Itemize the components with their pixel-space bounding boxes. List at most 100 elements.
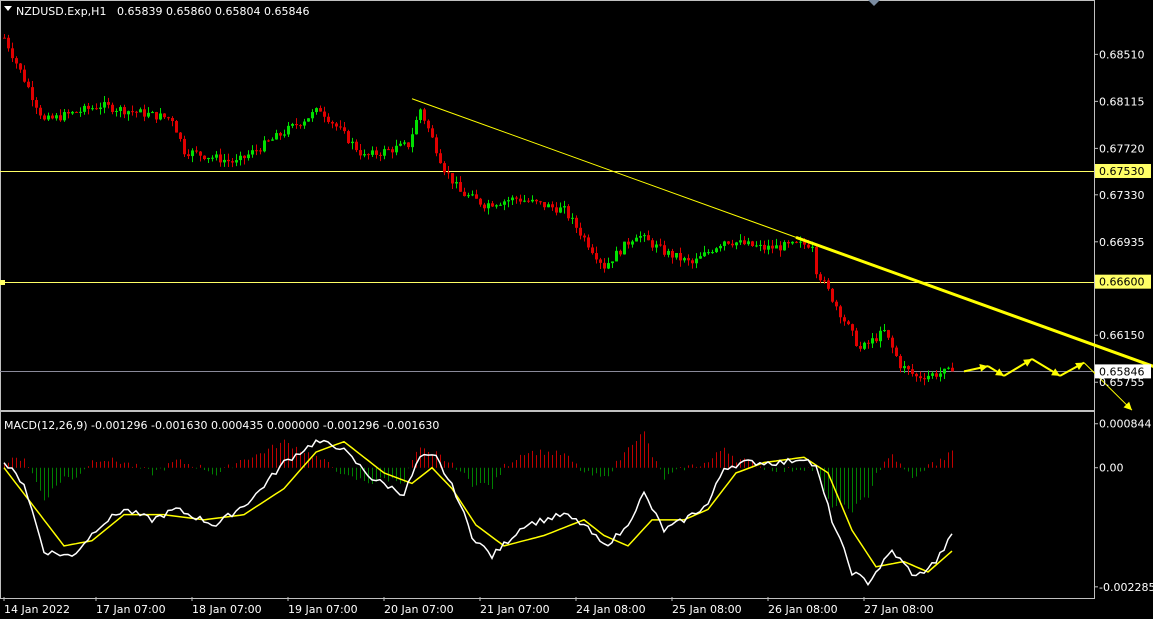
candle-body[interactable] <box>595 253 598 260</box>
candle-body[interactable] <box>915 373 918 377</box>
candle-body[interactable] <box>539 201 542 203</box>
candle-body[interactable] <box>891 337 894 348</box>
candle-body[interactable] <box>783 242 786 251</box>
candle-body[interactable] <box>367 154 370 156</box>
candle-body[interactable] <box>227 159 230 162</box>
candle-body[interactable] <box>815 246 818 275</box>
candle-body[interactable] <box>207 157 210 160</box>
candle-body[interactable] <box>63 112 66 121</box>
candle-body[interactable] <box>199 151 202 156</box>
candle-body[interactable] <box>759 244 762 246</box>
candle-body[interactable] <box>871 338 874 344</box>
candle-body[interactable] <box>711 252 714 254</box>
candle-body[interactable] <box>799 241 802 243</box>
candle-body[interactable] <box>407 142 410 148</box>
candle-body[interactable] <box>923 378 926 380</box>
candle-body[interactable] <box>647 235 650 241</box>
candle-body[interactable] <box>211 157 214 159</box>
candle-body[interactable] <box>155 112 158 120</box>
candle-body[interactable] <box>547 204 550 208</box>
candle-body[interactable] <box>327 116 330 122</box>
candle-body[interactable] <box>663 245 666 255</box>
candle-body[interactable] <box>19 63 22 70</box>
candle-body[interactable] <box>699 256 702 259</box>
candle-body[interactable] <box>99 107 102 109</box>
candle-body[interactable] <box>619 250 622 255</box>
candle-body[interactable] <box>659 244 662 246</box>
candle-body[interactable] <box>383 149 386 156</box>
candle-body[interactable] <box>883 330 886 332</box>
candle-body[interactable] <box>435 137 438 154</box>
candle-body[interactable] <box>475 194 478 199</box>
candle-body[interactable] <box>819 274 822 281</box>
candle-body[interactable] <box>635 237 638 242</box>
candle-body[interactable] <box>399 143 402 146</box>
candle-body[interactable] <box>351 141 354 144</box>
candle-body[interactable] <box>879 330 882 342</box>
trendline-thick[interactable] <box>795 235 1153 370</box>
candle-body[interactable] <box>667 250 670 255</box>
candle-body[interactable] <box>603 262 606 269</box>
candle-body[interactable] <box>867 342 870 344</box>
candle-body[interactable] <box>591 247 594 254</box>
candle-body[interactable] <box>219 154 222 163</box>
candle-body[interactable] <box>843 317 846 322</box>
candle-body[interactable] <box>203 155 206 160</box>
candle-body[interactable] <box>527 200 530 202</box>
candle-body[interactable] <box>471 194 474 196</box>
candle-body[interactable] <box>187 154 190 157</box>
candle-body[interactable] <box>615 250 618 262</box>
candle-body[interactable] <box>283 134 286 136</box>
candle-body[interactable] <box>263 140 266 152</box>
candle-body[interactable] <box>363 154 366 156</box>
candle-body[interactable] <box>147 112 150 117</box>
candle-body[interactable] <box>71 111 74 114</box>
candle-body[interactable] <box>895 347 898 357</box>
candle-body[interactable] <box>55 115 58 119</box>
candle-body[interactable] <box>3 37 6 39</box>
candle-body[interactable] <box>683 258 686 261</box>
candle-body[interactable] <box>427 120 430 129</box>
scroll-marker-icon[interactable] <box>868 0 880 6</box>
candle-body[interactable] <box>451 173 454 184</box>
candle-body[interactable] <box>503 201 506 205</box>
candle-body[interactable] <box>771 245 774 249</box>
candle-body[interactable] <box>431 128 434 138</box>
candle-body[interactable] <box>91 108 94 110</box>
candle-body[interactable] <box>47 115 50 120</box>
candle-body[interactable] <box>499 204 502 206</box>
candle-body[interactable] <box>459 182 462 192</box>
candle-body[interactable] <box>767 245 770 250</box>
candle-body[interactable] <box>551 204 554 208</box>
candle-body[interactable] <box>379 154 382 156</box>
candle-body[interactable] <box>779 245 782 251</box>
candle-body[interactable] <box>587 237 590 248</box>
candle-body[interactable] <box>727 241 730 244</box>
candle-body[interactable] <box>319 108 322 112</box>
candle-body[interactable] <box>375 150 378 155</box>
candle-body[interactable] <box>59 115 62 121</box>
candle-body[interactable] <box>243 155 246 159</box>
candle-body[interactable] <box>343 127 346 132</box>
candle-body[interactable] <box>575 217 578 228</box>
candle-body[interactable] <box>523 200 526 202</box>
candle-body[interactable] <box>631 241 634 245</box>
candle-body[interactable] <box>115 110 118 112</box>
candle-body[interactable] <box>411 134 414 148</box>
candle-body[interactable] <box>31 87 34 101</box>
candle-body[interactable] <box>295 124 298 126</box>
candle-body[interactable] <box>651 240 654 248</box>
candle-body[interactable] <box>403 142 406 144</box>
candle-body[interactable] <box>119 107 122 111</box>
candle-body[interactable] <box>563 206 566 208</box>
level-handle-icon[interactable] <box>0 280 5 285</box>
candle-body[interactable] <box>419 109 422 120</box>
candle-body[interactable] <box>675 252 678 258</box>
candle-body[interactable] <box>639 236 642 238</box>
candle-body[interactable] <box>291 124 294 126</box>
candle-body[interactable] <box>735 242 738 246</box>
candle-body[interactable] <box>911 369 914 374</box>
candle-body[interactable] <box>171 118 174 122</box>
candle-body[interactable] <box>623 241 626 255</box>
candle-body[interactable] <box>303 121 306 126</box>
